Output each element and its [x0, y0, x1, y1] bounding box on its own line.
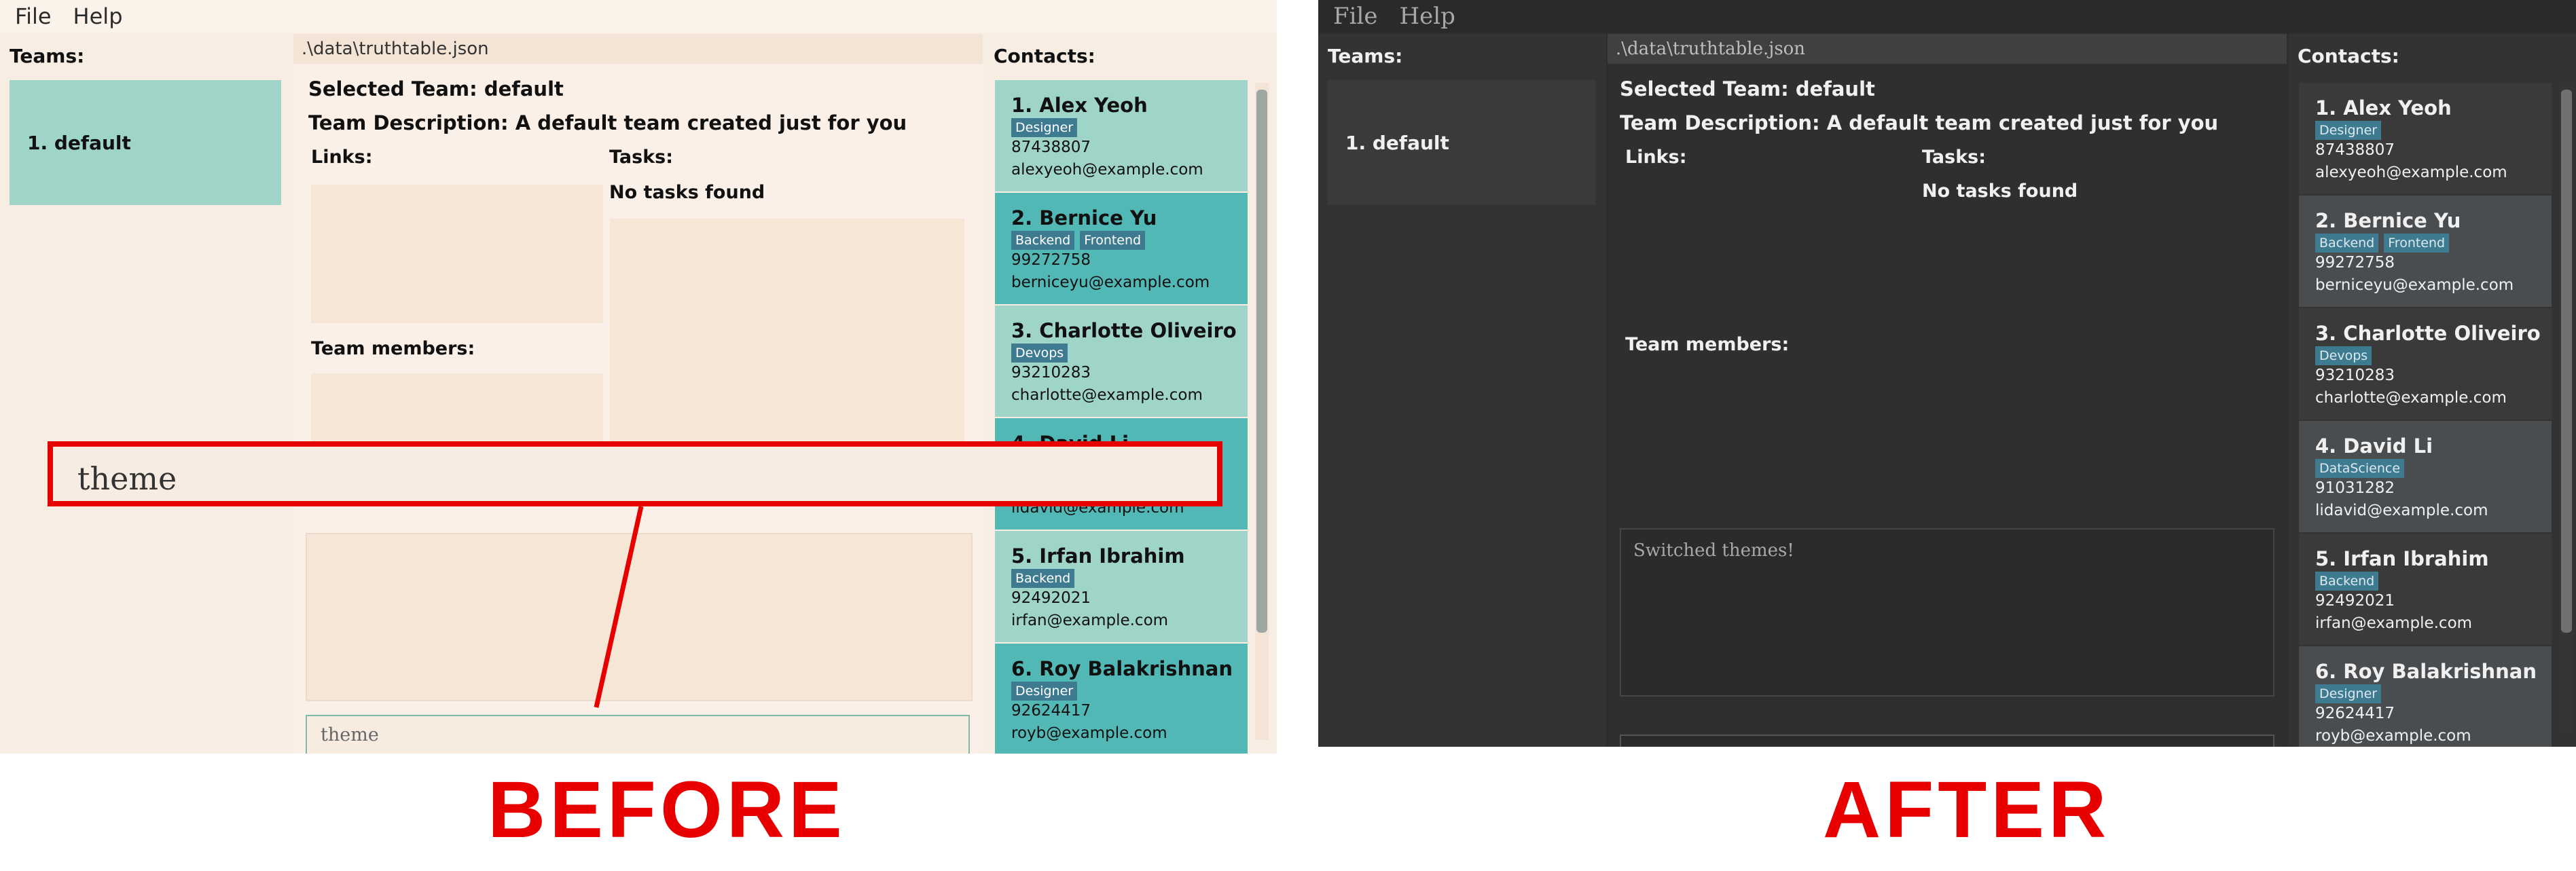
contact-phone: 87438807 — [2315, 141, 2395, 159]
contact-email: berniceyu@example.com — [2315, 276, 2514, 294]
contact-card[interactable]: 5. Irfan Ibrahim Backend 92492021 irfan@… — [2299, 534, 2552, 645]
main-panel: .\data\truthtable.json Selected Team: de… — [1608, 34, 2287, 747]
contact-phone: 93210283 — [2315, 367, 2395, 384]
tasks-label: Tasks: — [1922, 147, 1987, 168]
team-members-label: Team members: — [1625, 334, 1790, 355]
contact-email: alexyeoh@example.com — [2315, 164, 2507, 181]
contact-email: lidavid@example.com — [2315, 502, 2488, 519]
contact-name: 1. Alex Yeoh — [2315, 96, 2452, 119]
result-display: Switched themes! — [1620, 528, 2274, 697]
team-description: Team Description: A default team created… — [1620, 111, 2219, 134]
contact-card[interactable]: 1. Alex Yeoh Designer 87438807 alexyeoh@… — [2299, 83, 2552, 194]
contact-card[interactable]: 4. David Li DataScience 91031282 lidavid… — [2299, 421, 2552, 532]
menu-help[interactable]: Help — [1388, 3, 1466, 30]
contacts-title: Contacts: — [2298, 45, 2399, 67]
contact-name: 2. Bernice Yu — [2315, 209, 2461, 232]
contact-email: charlotte@example.com — [2315, 389, 2507, 407]
team-item-default[interactable]: 1. default — [1328, 80, 1595, 205]
after-window: File Help Teams: 1. default .\data\truth… — [1318, 0, 2576, 747]
contacts-panel: Contacts: 1. Alex Yeoh Designer 87438807… — [2288, 34, 2576, 747]
contact-email: irfan@example.com — [2315, 614, 2473, 632]
selected-team: Selected Team: default — [1620, 77, 1875, 100]
contact-tag: Backend — [2315, 234, 2379, 253]
callout-line — [594, 506, 644, 708]
links-label: Links: — [1625, 147, 1687, 168]
contact-name: 5. Irfan Ibrahim — [2315, 547, 2489, 570]
file-path-bar: .\data\truthtable.json — [1608, 34, 2287, 64]
before-label: BEFORE — [488, 765, 846, 855]
zoomed-command-callout: theme — [48, 441, 1222, 506]
contact-tag: Devops — [2315, 346, 2372, 365]
zoomed-command-text: theme — [77, 460, 177, 497]
no-tasks-text: No tasks found — [1922, 181, 2078, 202]
command-input[interactable] — [1620, 735, 2274, 747]
contact-card[interactable]: 2. Bernice Yu Backend Frontend 99272758 b… — [2299, 196, 2552, 307]
contact-phone: 91031282 — [2315, 479, 2395, 497]
before-window: File Help Teams: 1. default .\data\truth… — [0, 0, 1277, 754]
contact-phone: 92492021 — [2315, 592, 2395, 610]
contact-tag: Designer — [2315, 121, 2382, 140]
contact-tag: Frontend — [2384, 234, 2450, 253]
contact-name: 6. Roy Balakrishnan — [2315, 660, 2537, 683]
contact-phone: 92624417 — [2315, 705, 2395, 722]
file-path: .\data\truthtable.json — [1616, 39, 1806, 59]
teams-title: Teams: — [1328, 45, 1403, 67]
menu-bar: File Help — [1318, 0, 2576, 33]
menu-file[interactable]: File — [1318, 3, 1388, 30]
scrollbar-thumb[interactable] — [2561, 90, 2572, 633]
contact-phone: 99272758 — [2315, 254, 2395, 272]
contact-card[interactable]: 6. Roy Balakrishnan Designer 92624417 ro… — [2299, 646, 2552, 747]
contact-card[interactable]: 3. Charlotte Oliveiro Devops 93210283 ch… — [2299, 308, 2552, 420]
contacts-scrollbar[interactable] — [2560, 83, 2573, 733]
contact-tag: DataScience — [2315, 459, 2405, 478]
contact-email: royb@example.com — [2315, 727, 2471, 745]
contact-tag: Backend — [2315, 572, 2379, 591]
team-item-label: 1. default — [1345, 131, 1449, 154]
after-label: AFTER — [1823, 765, 2111, 855]
contact-tag: Designer — [2315, 684, 2382, 703]
contact-name: 3. Charlotte Oliveiro — [2315, 322, 2541, 345]
contact-name: 4. David Li — [2315, 434, 2433, 458]
result-text: Switched themes! — [1633, 540, 1794, 561]
teams-panel: Teams: 1. default — [1318, 34, 1606, 747]
